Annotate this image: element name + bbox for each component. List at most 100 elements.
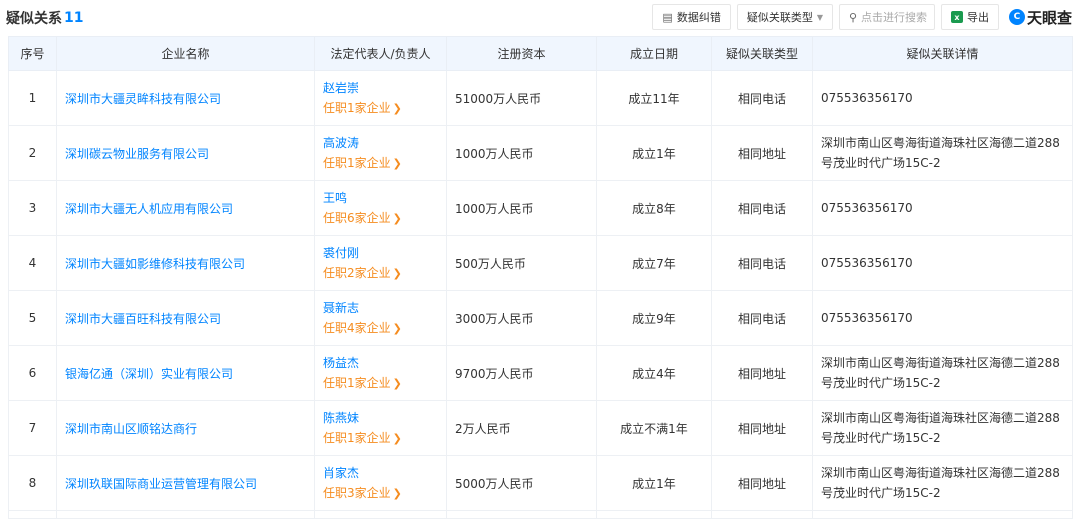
column-header-relation-type: 疑似关联类型: [711, 36, 813, 71]
relation-type: 相同电话: [711, 235, 813, 291]
representative-jobs-link[interactable]: 任职1家企业 ❯: [323, 98, 438, 119]
column-header-relation-detail: 疑似关联详情: [812, 36, 1073, 71]
company-link[interactable]: 深圳市南山区顺铭达商行: [65, 422, 197, 436]
representative-link[interactable]: 聂新志: [323, 298, 438, 318]
row-index: 6: [8, 345, 57, 401]
registered-capital: 9700万人民币: [446, 345, 597, 401]
table-row-partial: [8, 510, 1073, 519]
representative-link[interactable]: 陈燕妹: [323, 408, 438, 428]
company-link[interactable]: 深圳玖联国际商业运营管理有限公司: [65, 477, 257, 491]
table-row: 1 深圳市大疆灵眸科技有限公司 赵岩崇 任职1家企业 ❯ 51000万人民币 成立…: [8, 70, 1073, 126]
logo-icon: C: [1008, 9, 1025, 25]
registered-capital: 1000万人民币: [446, 125, 597, 181]
company-link[interactable]: 银海亿通（深圳）实业有限公司: [65, 367, 233, 381]
section-header: 疑似关系 11 ▤ 数据纠错 疑似关联类型 ▼ ⚲ 点击进行搜索 x 导出 C …: [0, 0, 1080, 36]
table-row: 8 深圳玖联国际商业运营管理有限公司 肖家杰 任职3家企业 ❯ 5000万人民币 …: [8, 455, 1073, 511]
founded-date: 成立11年: [596, 70, 712, 126]
toolbar: ▤ 数据纠错 疑似关联类型 ▼ ⚲ 点击进行搜索 x 导出 C 天眼查: [652, 4, 1072, 30]
registered-capital: 500万人民币: [446, 235, 597, 291]
representative-jobs-link[interactable]: 任职6家企业 ❯: [323, 208, 438, 229]
table-row: 5 深圳市大疆百旺科技有限公司 聂新志 任职4家企业 ❯ 3000万人民币 成立9…: [8, 290, 1073, 346]
relation-detail: 075536356170: [821, 256, 913, 270]
registered-capital: 2万人民币: [446, 400, 597, 456]
row-index: 4: [8, 235, 57, 291]
representative-link[interactable]: 杨益杰: [323, 353, 438, 373]
representative-jobs-link[interactable]: 任职1家企业 ❯: [323, 373, 438, 394]
column-header-index: 序号: [8, 36, 57, 71]
company-link[interactable]: 深圳市大疆百旺科技有限公司: [65, 312, 221, 326]
table-header-row: 序号 企业名称 法定代表人/负责人 注册资本 成立日期 疑似关联类型 疑似关联详…: [8, 36, 1073, 71]
company-link[interactable]: 深圳碳云物业服务有限公司: [65, 147, 209, 161]
table-row: 2 深圳碳云物业服务有限公司 高波涛 任职1家企业 ❯ 1000万人民币 成立1年…: [8, 125, 1073, 181]
table-row: 4 深圳市大疆如影维修科技有限公司 裘付刚 任职2家企业 ❯ 500万人民币 成立…: [8, 235, 1073, 291]
row-index: 7: [8, 400, 57, 456]
registered-capital: 5000万人民币: [446, 455, 597, 511]
row-index: 3: [8, 180, 57, 236]
tianyancha-logo: C 天眼查: [1008, 7, 1072, 28]
document-icon: ▤: [662, 10, 673, 24]
company-link[interactable]: 深圳市大疆灵眸科技有限公司: [65, 92, 221, 106]
relation-type: 相同电话: [711, 70, 813, 126]
row-index: 8: [8, 455, 57, 511]
relation-type-label: 疑似关联类型: [746, 11, 813, 24]
logo-text: 天眼查: [1026, 8, 1072, 27]
chevron-right-icon: ❯: [392, 431, 402, 445]
relation-type: 相同地址: [711, 455, 813, 511]
chevron-right-icon: ❯: [392, 211, 402, 225]
relation-type: 相同电话: [711, 290, 813, 346]
registered-capital: 1000万人民币: [446, 180, 597, 236]
founded-date: 成立9年: [596, 290, 712, 346]
registered-capital: 3000万人民币: [446, 290, 597, 346]
relation-detail: 075536356170: [821, 201, 913, 215]
relation-type-dropdown[interactable]: 疑似关联类型 ▼: [736, 4, 833, 30]
relation-detail: 深圳市南山区粤海街道海珠社区海德二道288号茂业时代广场15C-2: [821, 466, 1060, 500]
representative-jobs-link[interactable]: 任职1家企业 ❯: [323, 153, 438, 174]
chevron-right-icon: ❯: [392, 101, 402, 115]
representative-link[interactable]: 肖家杰: [323, 463, 438, 483]
representative-jobs-link[interactable]: 任职2家企业 ❯: [323, 263, 438, 284]
relation-detail: 深圳市南山区粤海街道海珠社区海德二道288号茂业时代广场15C-2: [821, 411, 1060, 445]
row-index: 1: [8, 70, 57, 126]
export-label: 导出: [966, 11, 989, 24]
company-link[interactable]: 深圳市大疆如影维修科技有限公司: [65, 257, 245, 271]
representative-link[interactable]: 裘付刚: [323, 243, 438, 263]
table-row: 7 深圳市南山区顺铭达商行 陈燕妹 任职1家企业 ❯ 2万人民币 成立不满1年 相…: [8, 400, 1073, 456]
search-placeholder: 点击进行搜索: [861, 11, 928, 24]
chevron-right-icon: ❯: [392, 321, 402, 335]
representative-link[interactable]: 赵岩崇: [323, 78, 438, 98]
data-correction-button[interactable]: ▤ 数据纠错: [652, 4, 731, 30]
representative-jobs-link[interactable]: 任职4家企业 ❯: [323, 318, 438, 339]
chevron-right-icon: ❯: [392, 486, 402, 500]
data-correction-label: 数据纠错: [676, 11, 721, 24]
chevron-right-icon: ❯: [392, 376, 402, 390]
relation-type: 相同地址: [711, 345, 813, 401]
registered-capital: 51000万人民币: [446, 70, 597, 126]
relation-type: 相同地址: [711, 125, 813, 181]
search-icon: ⚲: [848, 10, 858, 24]
table-row: 3 深圳市大疆无人机应用有限公司 王鸣 任职6家企业 ❯ 1000万人民币 成立8…: [8, 180, 1073, 236]
founded-date: 成立1年: [596, 455, 712, 511]
founded-date: 成立4年: [596, 345, 712, 401]
section-count: 11: [64, 10, 84, 26]
representative-link[interactable]: 王鸣: [323, 188, 438, 208]
column-header-founded: 成立日期: [596, 36, 712, 71]
caret-down-icon: ▼: [816, 12, 823, 22]
row-index: 5: [8, 290, 57, 346]
search-input[interactable]: ⚲ 点击进行搜索: [838, 4, 935, 30]
founded-date: 成立8年: [596, 180, 712, 236]
founded-date: 成立1年: [596, 125, 712, 181]
relation-detail: 075536356170: [821, 311, 913, 325]
representative-jobs-link[interactable]: 任职1家企业 ❯: [323, 428, 438, 449]
chevron-right-icon: ❯: [392, 156, 402, 170]
relation-type: 相同电话: [711, 180, 813, 236]
section-title: 疑似关系: [6, 11, 62, 27]
excel-icon: x: [950, 11, 963, 23]
representative-link[interactable]: 高波涛: [323, 133, 438, 153]
relation-type: 相同地址: [711, 400, 813, 456]
representative-jobs-link[interactable]: 任职3家企业 ❯: [323, 483, 438, 504]
company-link[interactable]: 深圳市大疆无人机应用有限公司: [65, 202, 233, 216]
table-row: 6 银海亿通（深圳）实业有限公司 杨益杰 任职1家企业 ❯ 9700万人民币 成立…: [8, 345, 1073, 401]
founded-date: 成立不满1年: [596, 400, 712, 456]
export-button[interactable]: x 导出: [940, 4, 999, 30]
relation-detail: 075536356170: [821, 91, 913, 105]
